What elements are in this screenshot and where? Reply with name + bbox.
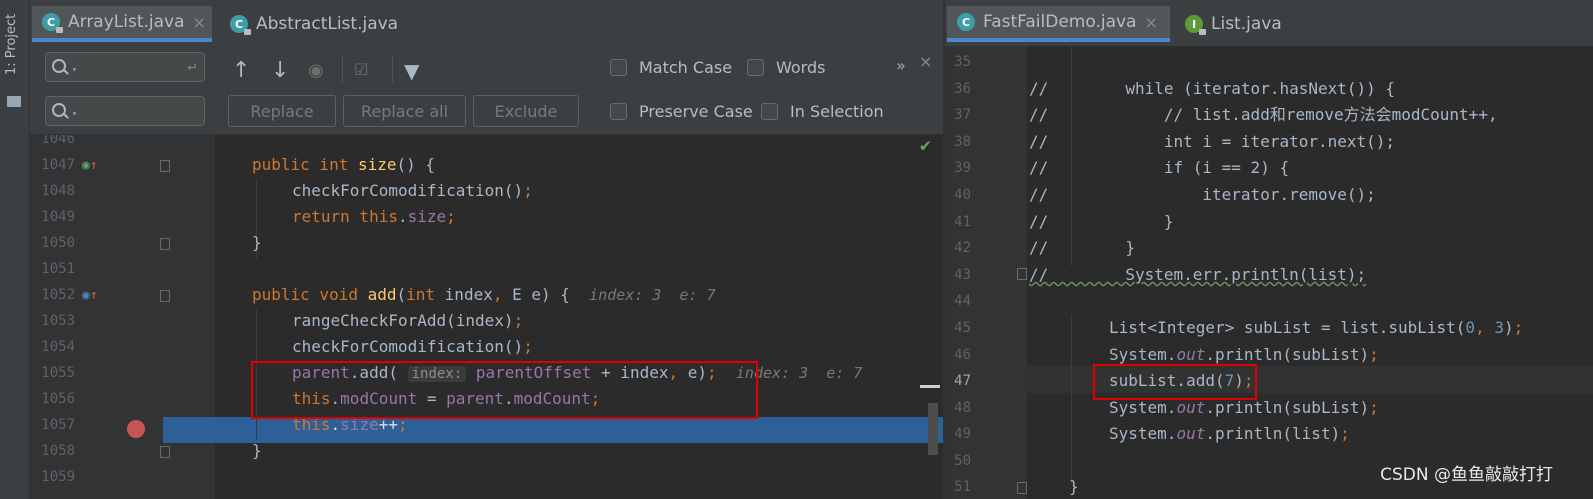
code-line: // iterator.remove(); (1029, 185, 1376, 204)
code-line: // if (i == 2) { (1029, 158, 1290, 177)
code-line: List<Integer> subList = list.subList(0, … (1109, 318, 1524, 337)
class-icon: C (957, 13, 975, 31)
words-option[interactable]: Words (747, 58, 825, 77)
in-selection-option[interactable]: In Selection (761, 102, 884, 121)
tab-fastfaildemo[interactable]: C FastFailDemo.java × (947, 6, 1170, 42)
code-line: } (252, 233, 262, 252)
close-icon[interactable]: × (193, 13, 206, 32)
watermark: CSDN @鱼鱼敲敲打打 (1380, 465, 1553, 485)
interface-icon: I (1185, 15, 1206, 35)
code-line: // } (1029, 238, 1135, 257)
more-options-icon[interactable]: » (896, 56, 906, 75)
right-code-editor[interactable]: 35 36 37 38 39 40 41 42 43 44 45 46 47 4… (945, 46, 1593, 499)
right-editor-tabs: C FastFailDemo.java × I List.java (945, 0, 1593, 46)
close-icon[interactable]: × (919, 52, 932, 71)
search-icon (52, 103, 66, 117)
filter-icon[interactable]: ▼ (404, 59, 419, 83)
code-line: // int i = iterator.next(); (1029, 132, 1396, 151)
words-checkbox[interactable] (747, 59, 764, 76)
search-icon (52, 59, 66, 73)
project-tool-strip: 1: Project (0, 0, 30, 499)
left-editor-tabs: C ArrayList.java × C AbstractList.java (30, 0, 943, 46)
code-line: System.out.println(list); (1109, 424, 1350, 443)
code-line: // // list.add和remove方法会modCount++, (1029, 105, 1498, 124)
in-selection-checkbox[interactable] (761, 103, 778, 120)
fold-icon[interactable] (160, 446, 170, 458)
code-line: public void add(int index, E e) { index:… (252, 285, 716, 304)
newline-icon[interactable]: ↵ (188, 58, 196, 74)
replace-input[interactable]: ▾ (45, 96, 205, 126)
match-case-option[interactable]: Match Case (610, 58, 732, 77)
fold-icon[interactable] (1017, 482, 1027, 494)
tab-label: ArrayList.java (68, 12, 185, 32)
checkmark-icon: ✔ (920, 135, 931, 156)
fold-icon[interactable] (1017, 268, 1027, 280)
highlight-box (251, 361, 758, 419)
preserve-case-checkbox[interactable] (610, 103, 627, 120)
tab-abstractlist[interactable]: C AbstractList.java (220, 6, 416, 42)
code-line: checkForComodification(); (292, 337, 533, 356)
scrollbar[interactable] (928, 403, 938, 455)
code-line: // while (iterator.hasNext()) { (1029, 79, 1396, 98)
code-line: // System.err.println(list); (1029, 265, 1367, 284)
replace-button[interactable]: Replace (228, 95, 336, 127)
folder-icon (7, 96, 21, 107)
search-input[interactable]: ▾ ↵ (45, 52, 205, 82)
project-tool-button[interactable]: 1: Project (4, 14, 19, 94)
overrides-marker-icon[interactable]: ◉↑ (82, 288, 98, 303)
fold-icon[interactable] (160, 160, 170, 172)
code-line: public int size() { (252, 155, 436, 174)
tab-list[interactable]: I List.java (1175, 6, 1285, 42)
close-icon[interactable]: × (1144, 13, 1157, 32)
fold-icon[interactable] (160, 290, 170, 302)
implements-marker-icon[interactable]: ◉↑ (82, 158, 98, 173)
find-all-occurrences-icon[interactable]: ◉ (308, 60, 324, 81)
execution-point-highlight (163, 417, 943, 443)
match-case-checkbox[interactable] (610, 59, 627, 76)
class-icon: C (230, 15, 251, 35)
code-line: return this.size; (292, 207, 456, 226)
preserve-case-option[interactable]: Preserve Case (610, 102, 753, 121)
find-replace-panel: ▾ ↵ ▾ ↑ ↓ ◉ ☑ ▼ Match Case Words Preserv… (30, 46, 943, 135)
previous-occurrence-icon[interactable]: ↑ (232, 58, 250, 83)
fold-icon[interactable] (160, 238, 170, 250)
tab-arraylist[interactable]: C ArrayList.java × (32, 6, 212, 42)
left-code-editor[interactable]: 1046 1047 1048 1049 1050 1051 1052 1053 … (30, 135, 943, 499)
code-line: } (252, 441, 262, 460)
code-line: rangeCheckForAdd(index); (292, 311, 524, 330)
highlight-box (1093, 364, 1257, 400)
class-icon: C (42, 13, 63, 33)
code-line: // } (1029, 212, 1174, 231)
next-occurrence-icon[interactable]: ↓ (271, 58, 289, 83)
select-all-occurrences-icon[interactable]: ☑ (354, 60, 368, 79)
exclude-button[interactable]: Exclude (473, 95, 579, 127)
code-line: } (1069, 477, 1079, 496)
code-line: checkForComodification(); (292, 181, 533, 200)
replace-all-button[interactable]: Replace all (343, 95, 466, 127)
tab-label: AbstractList.java (256, 14, 399, 34)
breakpoint-icon[interactable] (127, 420, 145, 438)
